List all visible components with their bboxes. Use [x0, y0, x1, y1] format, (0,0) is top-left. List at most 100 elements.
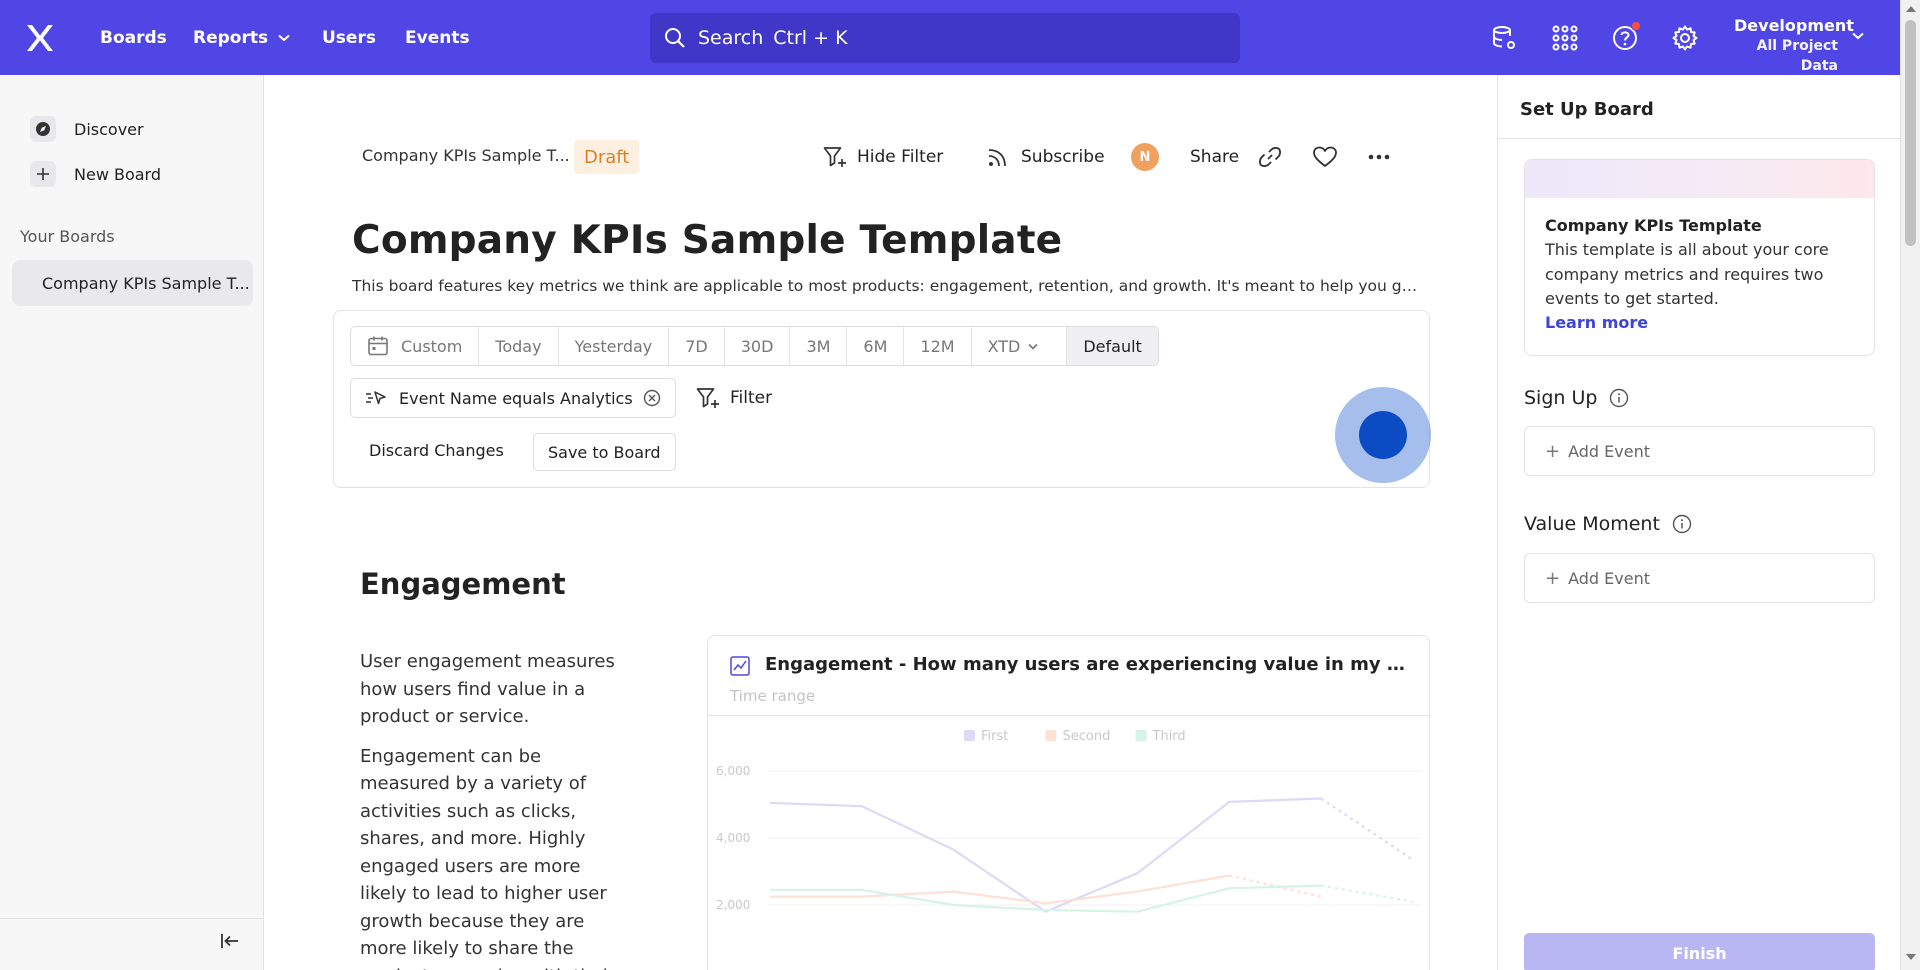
chart-y-tick-label: 6,000	[716, 764, 750, 778]
chart-y-tick-label: 4,000	[716, 831, 750, 845]
search-placeholder: Search	[698, 27, 764, 49]
chart-y-tick-label: 2,000	[716, 898, 750, 912]
add-filter-label: Filter	[730, 388, 773, 408]
page-scrollbar[interactable]	[1900, 0, 1920, 970]
filter-icon	[823, 147, 846, 167]
applied-filter-label: Event Name equals Analytics	[399, 388, 633, 408]
chart-legend-swatch	[1135, 730, 1147, 741]
apps-grid-icon[interactable]	[1551, 24, 1579, 52]
subscribe-button[interactable]: Subscribe	[987, 145, 1105, 169]
date-range-label: Default	[1083, 336, 1142, 356]
report-card[interactable]: Engagement - How many users are experien…	[707, 635, 1430, 970]
link-icon[interactable]	[1258, 145, 1282, 169]
scroll-up-arrow-icon[interactable]	[1906, 6, 1916, 12]
sidebar-icon-wrap	[30, 116, 56, 142]
board-description[interactable]: This board features key metrics we think…	[352, 277, 1420, 295]
date-range-6m[interactable]: 6M	[847, 327, 905, 365]
nav-boards[interactable]: Boards	[100, 0, 167, 75]
logo-icon[interactable]	[24, 22, 56, 54]
chart-legend-label: Second	[1063, 729, 1111, 744]
scroll-down-arrow-icon[interactable]	[1906, 954, 1916, 960]
scroll-thumb[interactable]	[1905, 20, 1916, 246]
heart-icon[interactable]	[1312, 145, 1338, 169]
info-icon[interactable]	[1672, 514, 1692, 534]
status-badge: Draft	[574, 140, 640, 174]
event-filter-icon	[366, 391, 386, 405]
report-card-title[interactable]: Engagement - How many users are experien…	[765, 654, 1415, 675]
date-range-today[interactable]: Today	[479, 327, 559, 365]
share-button[interactable]: Share	[1190, 145, 1239, 169]
sidebar-icon-wrap	[30, 161, 56, 187]
save-to-board-button[interactable]: Save to Board	[533, 433, 676, 471]
remove-filter-icon[interactable]	[643, 389, 661, 407]
engagement-line-chart: 6,000 4,000 2,000 First Second Third	[716, 729, 1421, 913]
sidebar-item-label: New Board	[74, 164, 162, 184]
sign-up-add-event-button[interactable]: + Add Event	[1524, 426, 1875, 476]
date-range-default[interactable]: Default	[1067, 327, 1158, 365]
hide-filter-label: Hide Filter	[857, 147, 944, 167]
section-title: Engagement	[360, 567, 566, 601]
setup-panel-divider	[1498, 138, 1901, 139]
plus-icon	[37, 168, 49, 180]
applied-filter-chip[interactable]: Event Name equals Analytics	[350, 378, 676, 418]
date-range-selector: Custom Today Yesterday 7D 30D 3M 6M 12M …	[350, 326, 1159, 366]
finish-button[interactable]: Finish	[1524, 933, 1875, 970]
value-moment-add-event-button[interactable]: + Add Event	[1524, 553, 1875, 603]
search-input[interactable]: Search Ctrl + K	[650, 13, 1240, 63]
date-range-label: 3M	[806, 336, 831, 356]
sidebar-divider	[0, 918, 264, 919]
date-range-xtd[interactable]: XTD	[972, 327, 1068, 365]
chart-series-dashed-segment	[1320, 884, 1414, 903]
breadcrumb[interactable]: Company KPIs Sample T...	[362, 146, 570, 165]
data-settings-icon[interactable]	[1490, 24, 1518, 52]
sidebar-item-discover[interactable]: Discover	[30, 114, 144, 144]
chart-legend-swatch	[964, 730, 975, 741]
value-moment-step-label: Value Moment	[1524, 513, 1692, 535]
add-filter-button[interactable]: Filter	[696, 387, 772, 409]
project-switcher[interactable]: Development All Project Data	[1734, 16, 1854, 76]
date-range-label: 6M	[863, 336, 888, 356]
date-range-label: Yesterday	[574, 336, 653, 356]
sidebar-section-label: Your Boards	[20, 227, 115, 246]
sidebar-item-new-board[interactable]: New Board	[30, 159, 161, 189]
date-range-custom[interactable]: Custom	[351, 327, 480, 365]
info-icon[interactable]	[1609, 388, 1629, 408]
date-range-30d[interactable]: 30D	[725, 327, 791, 365]
collapse-sidebar-icon[interactable]	[220, 933, 240, 949]
more-options-icon[interactable]	[1368, 154, 1390, 160]
date-range-yesterday[interactable]: Yesterday	[559, 327, 670, 365]
nav-reports[interactable]: Reports	[193, 0, 290, 75]
nav-users-label: Users	[322, 27, 376, 48]
chart-legend-label: First	[981, 729, 1008, 744]
sidebar-item-label: Discover	[74, 119, 144, 139]
plus-icon: +	[1545, 440, 1561, 462]
avatar[interactable]: N	[1131, 143, 1159, 171]
nav-events[interactable]: Events	[405, 0, 470, 75]
gear-icon[interactable]	[1671, 24, 1699, 52]
nav-events-label: Events	[405, 27, 470, 48]
date-range-7d[interactable]: 7D	[669, 327, 725, 365]
help-button[interactable]	[1611, 21, 1641, 52]
chart-legend-label: Third	[1152, 729, 1186, 744]
date-range-12m[interactable]: 12M	[904, 327, 972, 365]
hide-filter-button[interactable]: Hide Filter	[823, 145, 943, 169]
learn-more-link[interactable]: Learn more	[1545, 313, 1648, 332]
nav-users[interactable]: Users	[322, 0, 376, 75]
date-range-label: Custom	[401, 336, 463, 356]
chart-series-line	[769, 797, 1322, 913]
date-range-3m[interactable]: 3M	[790, 327, 848, 365]
search-shortcut: Ctrl + K	[773, 27, 848, 49]
page-title: Company KPIs Sample Template	[352, 218, 1063, 263]
nav-reports-label: Reports	[193, 27, 269, 48]
chevron-down-icon	[1028, 343, 1038, 350]
chevron-down-icon[interactable]	[1852, 32, 1864, 40]
discard-changes-button[interactable]: Discard Changes	[369, 441, 504, 460]
share-label: Share	[1190, 147, 1240, 167]
chart-series-line	[770, 884, 1322, 913]
loading-indicator	[1335, 387, 1431, 483]
subscribe-label: Subscribe	[1021, 147, 1105, 167]
sidebar-board-item[interactable]: Company KPIs Sample T...	[12, 260, 253, 306]
setup-panel-title: Set Up Board	[1520, 99, 1654, 120]
filter-icon	[696, 388, 719, 408]
report-card-subtitle: Time range	[730, 687, 816, 705]
